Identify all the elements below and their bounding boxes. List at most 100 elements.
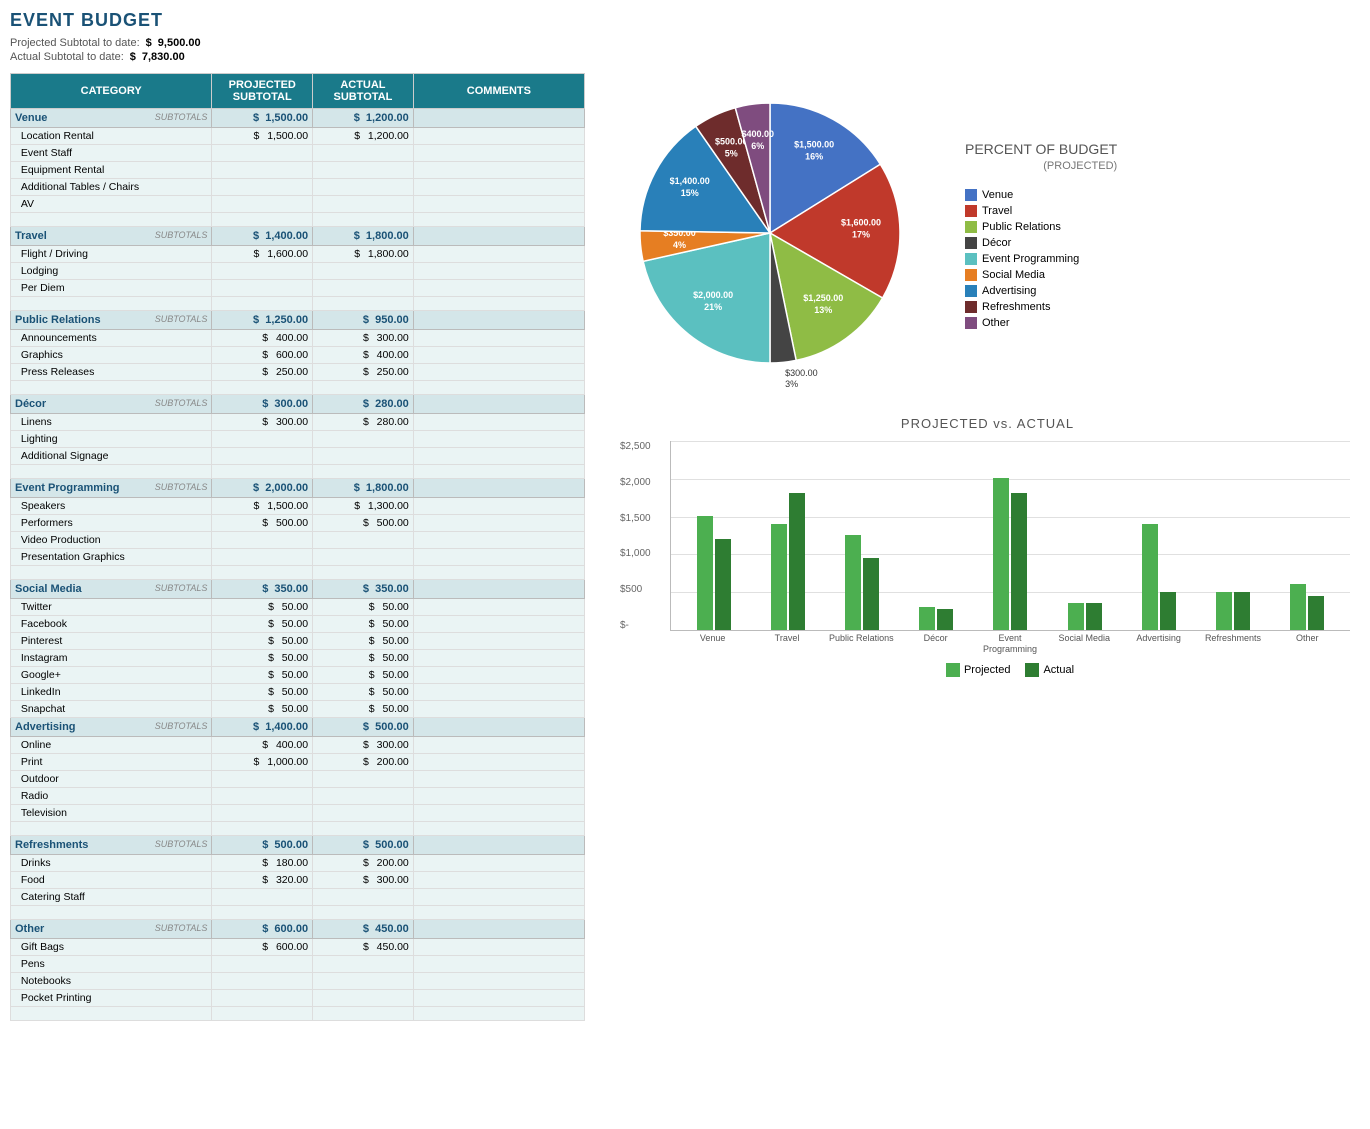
legend-label: Social Media (982, 269, 1045, 281)
item-comments (413, 364, 584, 381)
category-row: Venue SUBTOTALS $ 1,500.00 $ 1,200.00 (11, 109, 585, 128)
item-name: Linens (11, 414, 212, 431)
item-name: Pinterest (11, 633, 212, 650)
category-comments (413, 836, 584, 855)
item-row: Google+ $ 50.00 $ 50.00 (11, 667, 585, 684)
category-comments (413, 227, 584, 246)
legend-color (965, 285, 977, 297)
bar-group (679, 441, 748, 630)
item-comments (413, 939, 584, 956)
item-actual: $ 1,200.00 (313, 128, 414, 145)
pie-label: $400.00 (741, 129, 774, 139)
item-projected (212, 805, 313, 822)
pie-external-label: 3% (785, 379, 798, 389)
bar-group (1199, 441, 1268, 630)
pie-label: 6% (751, 141, 764, 151)
charts-area: $1,500.0016%$1,600.0017%$1,250.0013%$300… (605, 73, 1360, 1021)
item-name: Instagram (11, 650, 212, 667)
item-comments (413, 498, 584, 515)
item-comments (413, 633, 584, 650)
category-actual: $ 1,800.00 (313, 479, 414, 498)
item-comments (413, 263, 584, 280)
item-name: Television (11, 805, 212, 822)
item-comments (413, 956, 584, 973)
item-name: LinkedIn (11, 684, 212, 701)
category-name: Social Media SUBTOTALS (11, 580, 212, 599)
y-axis-label: $500 (620, 584, 651, 595)
item-actual: $ 400.00 (313, 347, 414, 364)
item-name: Outdoor (11, 771, 212, 788)
category-projected: $ 1,250.00 (212, 311, 313, 330)
item-name: Speakers (11, 498, 212, 515)
category-row: Travel SUBTOTALS $ 1,400.00 $ 1,800.00 (11, 227, 585, 246)
col-header-category: CATEGORY (11, 74, 212, 109)
pie-label: 21% (704, 302, 722, 312)
pie-label: 17% (852, 229, 870, 239)
category-comments (413, 479, 584, 498)
bar-group (1124, 441, 1193, 630)
item-projected (212, 889, 313, 906)
item-comments (413, 805, 584, 822)
pie-label: 15% (681, 188, 699, 198)
summary-projected: Projected Subtotal to date: $ 9,500.00 (10, 37, 1360, 49)
category-row: Refreshments SUBTOTALS $ 500.00 $ 500.00 (11, 836, 585, 855)
item-projected: $ 50.00 (212, 599, 313, 616)
item-actual (313, 889, 414, 906)
pie-external-label: $300.00 (785, 368, 818, 378)
item-actual (313, 196, 414, 213)
item-comments (413, 162, 584, 179)
empty-row (11, 566, 585, 580)
item-row: Additional Signage (11, 448, 585, 465)
item-comments (413, 855, 584, 872)
category-name: Venue SUBTOTALS (11, 109, 212, 128)
legend-item: Public Relations (965, 221, 1117, 233)
empty-row (11, 381, 585, 395)
category-row: Event Programming SUBTOTALS $ 2,000.00 $… (11, 479, 585, 498)
legend-label: Travel (982, 205, 1012, 217)
item-row: Speakers $ 1,500.00 $ 1,300.00 (11, 498, 585, 515)
summary-actual: Actual Subtotal to date: $ 7,830.00 (10, 51, 1360, 63)
item-row: Radio (11, 788, 585, 805)
x-axis-label: Travel (752, 633, 821, 655)
item-actual (313, 956, 414, 973)
item-row: Pens (11, 956, 585, 973)
item-projected (212, 549, 313, 566)
item-row: Per Diem (11, 280, 585, 297)
projected-label: Projected Subtotal to date: (10, 37, 140, 49)
item-row: Pocket Printing (11, 990, 585, 1007)
category-actual: $ 500.00 (313, 836, 414, 855)
category-actual: $ 280.00 (313, 395, 414, 414)
item-actual (313, 549, 414, 566)
category-name: Other SUBTOTALS (11, 920, 212, 939)
actual-label: Actual Subtotal to date: (10, 51, 124, 63)
item-comments (413, 889, 584, 906)
bar-actual (863, 558, 879, 630)
item-actual (313, 990, 414, 1007)
x-axis-label: Advertising (1124, 633, 1193, 655)
item-comments (413, 246, 584, 263)
item-actual: $ 50.00 (313, 650, 414, 667)
x-axis-label: Social Media (1050, 633, 1119, 655)
item-actual: $ 280.00 (313, 414, 414, 431)
item-projected: $ 50.00 (212, 667, 313, 684)
item-row: Flight / Driving $ 1,600.00 $ 1,800.00 (11, 246, 585, 263)
empty-row (11, 906, 585, 920)
item-actual: $ 50.00 (313, 667, 414, 684)
x-axis-label: Public Relations (827, 633, 896, 655)
category-comments (413, 311, 584, 330)
item-comments (413, 145, 584, 162)
item-actual (313, 448, 414, 465)
category-actual: $ 1,200.00 (313, 109, 414, 128)
item-comments (413, 616, 584, 633)
bar-actual (1086, 603, 1102, 630)
legend-label: Venue (982, 189, 1013, 201)
item-row: Twitter $ 50.00 $ 50.00 (11, 599, 585, 616)
item-row: Video Production (11, 532, 585, 549)
bar-group (976, 441, 1045, 630)
item-comments (413, 515, 584, 532)
item-actual (313, 179, 414, 196)
item-actual (313, 805, 414, 822)
item-projected (212, 956, 313, 973)
item-name: Twitter (11, 599, 212, 616)
item-row: Facebook $ 50.00 $ 50.00 (11, 616, 585, 633)
